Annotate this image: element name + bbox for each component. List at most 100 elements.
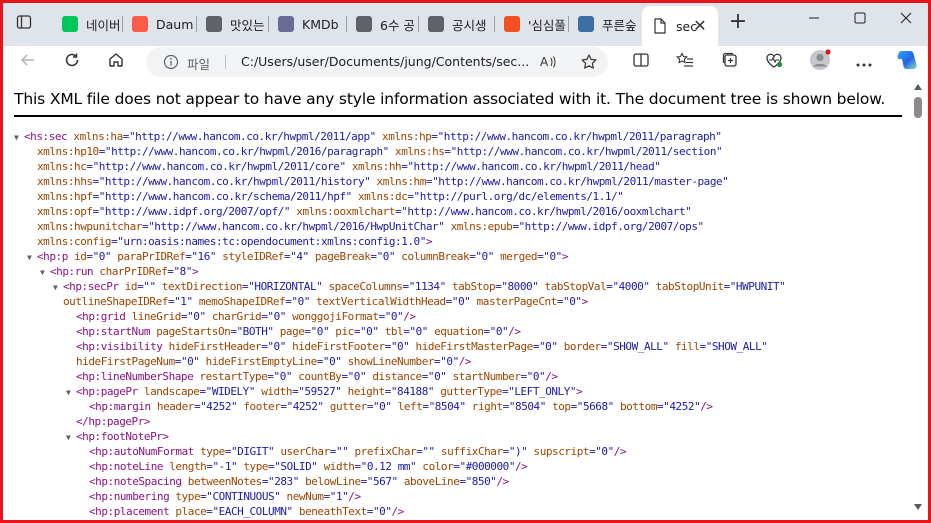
- address-bar[interactable]: 파일 C:/Users/user/Documents/jung/Contents…: [146, 47, 608, 77]
- vertical-scrollbar[interactable]: [911, 80, 925, 517]
- xml-line[interactable]: ▼ <hp:run charPrIDRef="8">: [40, 264, 199, 280]
- xml-attribute-name: xmlns:hs: [395, 145, 445, 158]
- address-divider: [225, 55, 226, 69]
- xml-attribute-name: header: [156, 400, 194, 413]
- scroll-down-arrow-icon[interactable]: [914, 504, 922, 510]
- tab-1[interactable]: 네이버: [54, 9, 122, 39]
- tab-7[interactable]: '심심풀: [496, 9, 568, 39]
- tab-close-icon[interactable]: ✕: [691, 17, 709, 35]
- xml-attribute-name: color: [422, 460, 454, 473]
- read-aloud-icon[interactable]: A: [540, 53, 558, 71]
- tab-3[interactable]: 맛있는: [198, 9, 268, 39]
- xml-line: <hp:startNum pageStartsOn="BOTH" page="0…: [66, 324, 521, 339]
- xml-line[interactable]: ▼ <hp:footNotePr>: [66, 429, 169, 444]
- tab-actions-menu-button[interactable]: [12, 12, 36, 36]
- home-button[interactable]: [102, 49, 130, 75]
- xml-attribute-name: xmlns:ooxmlchart: [296, 205, 396, 218]
- xml-attribute-value: ="0": [304, 325, 336, 338]
- xml-attribute-name: masterPageCnt: [476, 295, 558, 308]
- xml-attribute-value: ="4252": [657, 400, 701, 413]
- xml-attribute-name: landscape: [143, 385, 200, 398]
- xml-attribute-name: xmlns:hh: [351, 160, 402, 173]
- xml-attribute-value: ="LEFT_ONLY": [501, 385, 577, 398]
- info-icon[interactable]: [163, 54, 179, 70]
- xml-attribute-name: textDirection: [161, 280, 243, 293]
- tab-5[interactable]: 6수 공: [348, 9, 418, 39]
- new-tab-button[interactable]: +: [727, 11, 749, 34]
- xml-tag: <hp:p: [37, 250, 75, 263]
- tab-active-sec[interactable]: sec ✕: [642, 6, 718, 46]
- xml-attribute-name: xmlns:dc: [357, 190, 408, 203]
- xml-attribute-name: xmlns:epub: [450, 220, 513, 233]
- xml-tag: <hp:grid: [76, 310, 132, 323]
- xml-tag: />: [515, 460, 528, 473]
- xml-tag: <hp:placement: [89, 505, 176, 518]
- xml-attribute-value: ="urn:oasis:names:tc:opendocument:xmlns:…: [111, 235, 426, 248]
- collapse-triangle-icon[interactable]: ▼: [14, 130, 24, 145]
- xml-attribute-value: ="0": [285, 295, 317, 308]
- xml-attribute-value: ="850": [459, 475, 497, 488]
- address-scheme-label: 파일: [187, 57, 211, 72]
- xml-line: <hp:noteSpacing betweenNotes="283" below…: [79, 474, 509, 489]
- xml-attribute-name: xmlns:ha: [73, 130, 123, 143]
- page-content: This XML file does not appear to have an…: [3, 78, 928, 520]
- collapse-triangle-icon[interactable]: ▼: [27, 250, 37, 265]
- xml-attribute-name: memoShapeIDRef: [198, 295, 286, 308]
- copilot-button[interactable]: [893, 49, 921, 75]
- xml-attribute-name: footer: [243, 400, 281, 413]
- refresh-button[interactable]: [58, 49, 86, 75]
- xml-attribute-value: ="": [416, 445, 441, 458]
- xml-tag: />: [700, 400, 713, 413]
- home-icon: [107, 51, 125, 73]
- collapse-triangle-icon[interactable]: ▼: [66, 385, 76, 400]
- xml-attribute-value: ="0": [261, 340, 293, 353]
- xml-attribute-value: ="16": [185, 250, 223, 263]
- minimize-button[interactable]: [800, 8, 828, 28]
- tab-4[interactable]: KMDb: [270, 9, 346, 39]
- collapse-triangle-icon[interactable]: ▼: [53, 280, 63, 295]
- xml-line[interactable]: ▼ <hp:secPr id="" textDirection="HORIZONT…: [53, 279, 786, 295]
- tab-2[interactable]: Daum: [124, 9, 196, 39]
- scroll-up-arrow-icon[interactable]: [914, 84, 922, 90]
- collapse-triangle-icon[interactable]: ▼: [66, 430, 76, 445]
- profile-button[interactable]: [806, 49, 834, 75]
- xml-attribute-value: ="WIDELY": [199, 385, 262, 398]
- tab-8[interactable]: 푸른숲: [570, 9, 640, 39]
- xml-attribute-name: textVerticalWidthHead: [316, 295, 446, 308]
- xml-line: <hp:margin header="4252" footer="4252" g…: [79, 399, 713, 414]
- tab-separator: [418, 16, 419, 32]
- collapse-triangle-icon[interactable]: ▼: [40, 265, 50, 280]
- xml-attribute-value: ="-1": [206, 460, 244, 473]
- xml-line[interactable]: ▼ <hp:pagePr landscape="WIDELY" width="59…: [66, 384, 583, 400]
- xml-tag: <hp:noteSpacing: [89, 475, 188, 488]
- tab-6[interactable]: 공시생: [420, 9, 494, 39]
- xml-attribute-value: ="http://www.hancom.co.kr/hwpml/2011/app…: [122, 130, 383, 143]
- xml-attribute-name: hideFirstMasterPage: [415, 340, 534, 353]
- xml-attribute-name: outlineShapeIDRef: [63, 295, 168, 308]
- xml-attribute-value: =")": [502, 445, 534, 458]
- xml-tag: />: [508, 325, 521, 338]
- xml-attribute-value: ="567": [360, 475, 404, 488]
- xml-line[interactable]: ▼ <hs:sec xmlns:ha="http://www.hancom.co.…: [14, 129, 722, 144]
- back-button[interactable]: [14, 49, 42, 75]
- scroll-thumb[interactable]: [914, 97, 922, 118]
- favorites-button[interactable]: [671, 49, 699, 75]
- search-icon: [356, 16, 372, 32]
- xml-attribute-value: ="0": [366, 505, 392, 518]
- xml-attribute-name: wonggojiFormat: [292, 310, 379, 323]
- more-options-button[interactable]: [850, 49, 878, 75]
- xml-line: <hp:numbering type="CONTINUOUS" newNum="…: [79, 489, 361, 504]
- collections-button[interactable]: [716, 49, 744, 75]
- xml-attribute-value: ="8504": [502, 400, 553, 413]
- copilot-icon: [895, 49, 919, 75]
- xml-line[interactable]: ▼ <hp:p id="0" paraPrIDRef="16" styleIDRe…: [27, 249, 568, 264]
- browser-essentials-button[interactable]: [760, 49, 788, 75]
- tab-title: '심심풀: [528, 17, 566, 33]
- address-url[interactable]: C:/Users/user/Documents/jung/Contents/se…: [241, 54, 531, 69]
- close-window-button[interactable]: [892, 8, 920, 28]
- tab-separator: [268, 16, 269, 32]
- split-screen-button[interactable]: [627, 49, 655, 75]
- favorite-star-icon[interactable]: [580, 53, 598, 71]
- maximize-button[interactable]: [846, 8, 874, 28]
- xml-tag: />: [545, 370, 558, 383]
